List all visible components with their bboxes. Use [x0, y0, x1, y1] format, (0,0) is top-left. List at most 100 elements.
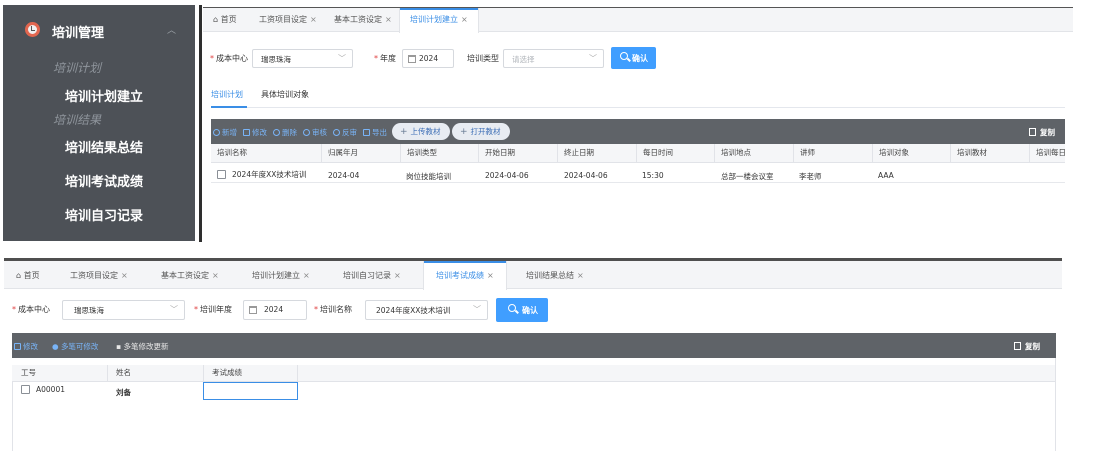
close-icon[interactable]: ×: [121, 271, 128, 280]
cost-center-label: * 成本中心: [12, 305, 50, 314]
search-icon: [620, 52, 628, 60]
table-border-left: [12, 382, 13, 451]
tab-result-summary[interactable]: 培训结果总结 ×: [526, 261, 584, 289]
check-circle-icon: [303, 129, 310, 136]
close-icon[interactable]: ×: [394, 271, 401, 280]
tab-exam-scores[interactable]: 培训考试成绩 ×: [423, 261, 507, 290]
col-month[interactable]: 归属年月: [321, 144, 358, 162]
home-icon: ⌂: [213, 15, 219, 24]
chevron-down-icon: ﹀: [473, 305, 481, 314]
minus-circle-icon: [273, 129, 280, 136]
calendar-icon: [408, 55, 416, 63]
tab-salary-items[interactable]: 工资项目设定 ×: [259, 8, 317, 32]
year-label: * 培训年度: [194, 305, 232, 314]
confirm-button[interactable]: 确认: [611, 47, 656, 69]
tab-base-salary[interactable]: 基本工资设定 ×: [161, 261, 219, 289]
name-label: * 培训名称: [314, 305, 352, 314]
close-icon[interactable]: ×: [461, 15, 468, 24]
confirm-button[interactable]: 确认: [496, 298, 548, 322]
row-checkbox[interactable]: [217, 170, 226, 179]
close-icon[interactable]: ×: [303, 271, 310, 280]
plan-toolbar: 新增 修改 删除 审核 反审 导出 + 上传教材 + 打开教材 复制: [211, 119, 1065, 144]
approve-button[interactable]: 审核: [303, 127, 327, 138]
edit-button[interactable]: 修改: [14, 341, 38, 352]
close-icon[interactable]: ×: [385, 15, 392, 24]
row-checkbox[interactable]: [21, 385, 30, 394]
col-emp-name[interactable]: 姓名: [107, 365, 131, 381]
undo-circle-icon: [333, 129, 340, 136]
tab-plan-create[interactable]: 培训计划建立 ×: [399, 8, 479, 33]
export-icon: [363, 129, 370, 136]
scores-table-header: 工号 姓名 考试成绩: [12, 365, 1056, 382]
multi-edit-button[interactable]: ● 多笔可修改: [52, 341, 98, 352]
training-name-select[interactable]: 2024年度XX技术培训 ﹀: [365, 300, 488, 320]
edit-button[interactable]: 修改: [243, 127, 267, 138]
close-icon[interactable]: ×: [577, 271, 584, 280]
cost-center-label: * 成本中心: [210, 54, 248, 63]
col-end[interactable]: 终止日期: [557, 144, 594, 162]
sidebar-header[interactable]: 培训管理 ︿: [3, 17, 195, 43]
calendar-icon: [249, 306, 257, 314]
sidebar-item-exam-scores[interactable]: 培训考试成绩: [65, 171, 143, 190]
upload-material-button[interactable]: + 上传教材: [392, 123, 450, 140]
subtab-underline: [211, 106, 247, 108]
tab-home[interactable]: ⌂ 首页: [16, 261, 40, 289]
copy-button[interactable]: 复制: [1014, 341, 1040, 352]
sidebar-item-result-summary[interactable]: 培训结果总结: [65, 137, 143, 156]
tab-bar: ⌂ 首页 工资项目设定 × 基本工资设定 × 培训计划建立 × 培训自习记录 × 培训考…: [4, 261, 1062, 290]
plus-icon: +: [460, 127, 468, 137]
year-picker[interactable]: 2024: [402, 49, 454, 68]
plus-icon: +: [400, 127, 408, 137]
copy-button[interactable]: 复制: [1029, 127, 1055, 138]
export-button[interactable]: 导出: [363, 127, 387, 138]
table-border-right: [1055, 358, 1056, 451]
sidebar-title: 培训管理: [52, 26, 105, 41]
year-picker[interactable]: 2024: [243, 300, 307, 320]
sidebar-group-plan: 培训计划: [53, 61, 102, 75]
col-teacher[interactable]: 讲师: [793, 144, 815, 162]
sidebar-item-study-records[interactable]: 培训自习记录: [65, 205, 143, 224]
col-type[interactable]: 培训类型: [400, 144, 437, 162]
col-material[interactable]: 培训教材: [950, 144, 987, 162]
cost-center-select[interactable]: 瑞思珠海 ﹀: [62, 300, 185, 320]
chevron-down-icon: ﹀: [170, 305, 178, 314]
type-select[interactable]: 请选择 ﹀: [503, 49, 604, 68]
add-button[interactable]: 新增: [213, 127, 237, 138]
tab-salary-items[interactable]: 工资项目设定 ×: [70, 261, 128, 289]
subtab-line: [211, 107, 1065, 108]
col-target[interactable]: 培训对象: [872, 144, 909, 162]
multi-update-button[interactable]: ▪ 多笔修改更新: [116, 341, 168, 352]
tab-bar: ⌂ 首页 工资项目设定 × 基本工资设定 × 培训计划建立 ×: [203, 8, 1073, 33]
subtab-plan[interactable]: 培训计划: [211, 89, 243, 100]
open-material-button[interactable]: + 打开教材: [452, 123, 510, 140]
tab-plan-create[interactable]: 培训计划建立 ×: [252, 261, 310, 289]
tab-base-salary[interactable]: 基本工资设定 ×: [334, 8, 392, 32]
col-start[interactable]: 开始日期: [478, 144, 515, 162]
unapprove-button[interactable]: 反审: [333, 127, 357, 138]
close-icon[interactable]: ×: [310, 15, 317, 24]
edit-icon: [14, 343, 21, 350]
close-icon[interactable]: ×: [487, 271, 494, 280]
chevron-down-icon: ﹀: [338, 54, 346, 63]
col-name[interactable]: 培训名称: [211, 144, 247, 162]
home-icon: ⌂: [16, 271, 22, 280]
col-emp-id[interactable]: 工号: [12, 365, 36, 381]
col-daily[interactable]: 培训每日: [1029, 144, 1066, 162]
sidebar-item-plan-create[interactable]: 培训计划建立: [65, 86, 143, 105]
tab-home[interactable]: ⌂ 首页: [213, 8, 237, 32]
close-icon[interactable]: ×: [212, 271, 219, 280]
exam-score-input[interactable]: [203, 382, 298, 400]
cost-center-select[interactable]: 瑞思珠海 ﹀: [252, 49, 353, 68]
clock-icon: [25, 22, 40, 37]
sidebar-group-result: 培训结果: [53, 113, 102, 127]
sidebar: 培训管理 ︿ 培训计划 培训计划建立 培训结果 培训结果总结 培训考试成绩 培训…: [3, 5, 195, 241]
subtab-targets[interactable]: 具体培训对象: [261, 89, 309, 100]
row-divider: [211, 182, 1065, 183]
delete-button[interactable]: 删除: [273, 127, 297, 138]
scores-toolbar: 修改 ● 多笔可修改 ▪ 多笔修改更新 复制: [12, 333, 1056, 358]
chevron-up-icon[interactable]: ︿: [167, 23, 176, 36]
col-exam-score[interactable]: 考试成绩: [203, 365, 242, 381]
col-place[interactable]: 培训地点: [714, 144, 751, 162]
tab-study-records[interactable]: 培训自习记录 ×: [343, 261, 401, 289]
col-time[interactable]: 每日时间: [636, 144, 673, 162]
